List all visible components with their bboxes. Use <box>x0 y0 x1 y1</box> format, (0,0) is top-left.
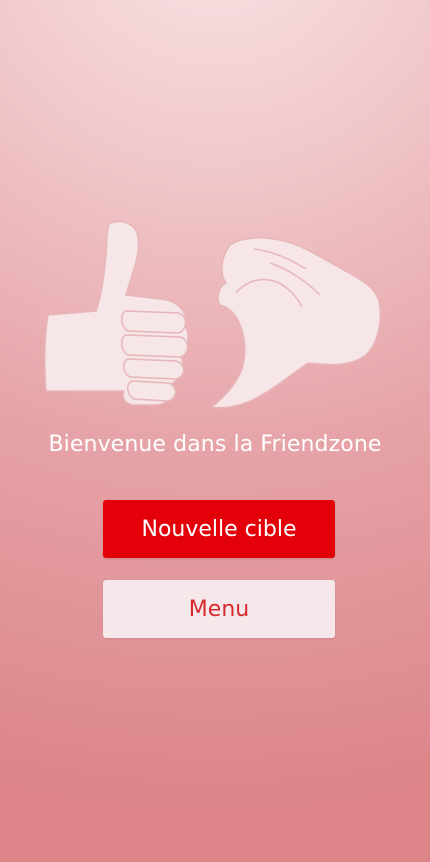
welcome-title: Bienvenue dans la Friendzone <box>48 432 382 457</box>
heart-hand-icon <box>210 237 382 409</box>
menu-button[interactable]: Menu <box>103 580 335 638</box>
new-target-button-label: Nouvelle cible <box>141 516 297 542</box>
new-target-button[interactable]: Nouvelle cible <box>103 500 335 558</box>
friendzone-logo <box>43 220 382 409</box>
home-screen: Bienvenue dans la Friendzone Nouvelle ci… <box>0 0 430 862</box>
menu-button-label: Menu <box>188 596 250 622</box>
thumbs-up-icon <box>43 220 189 406</box>
